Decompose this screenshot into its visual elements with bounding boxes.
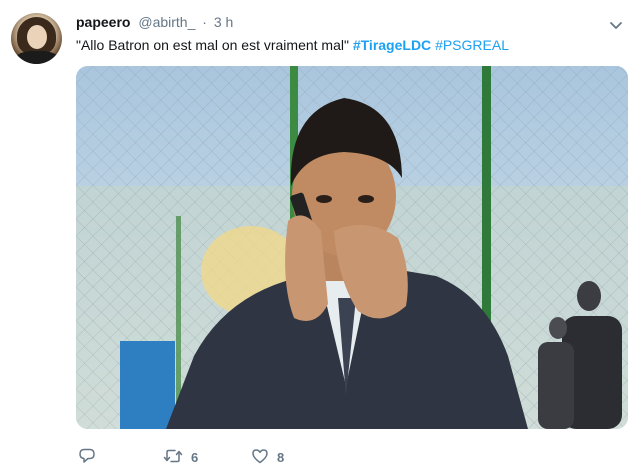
timestamp[interactable]: 3 h [214, 14, 233, 30]
tweet-text: "Allo Batron on est mal on est vraiment … [76, 36, 509, 54]
like-count: 8 [277, 449, 285, 465]
retweet-icon [163, 447, 183, 468]
hashtag-psgreal[interactable]: #PSGREAL [435, 37, 509, 53]
tweet-text-plain: "Allo Batron on est mal on est vraiment … [76, 37, 349, 53]
tweet-actions: 6 8 [76, 446, 596, 468]
hashtag-tirageldc[interactable]: #TirageLDC [353, 37, 431, 53]
tweet: papeero @abirth_ · 3 h "Allo Batron on e… [0, 0, 640, 475]
tweet-photo[interactable] [76, 66, 628, 429]
avatar[interactable] [11, 13, 62, 64]
tweet-header: papeero @abirth_ · 3 h [76, 13, 233, 31]
heart-icon [251, 447, 269, 468]
reply-icon [78, 447, 96, 468]
separator-dot: · [202, 14, 207, 30]
retweet-button[interactable]: 6 [163, 446, 198, 468]
like-button[interactable]: 8 [251, 446, 284, 468]
retweet-count: 6 [191, 449, 199, 465]
chevron-down-icon[interactable] [609, 18, 623, 29]
display-name[interactable]: papeero [76, 14, 130, 30]
user-handle[interactable]: @abirth_ [138, 14, 195, 30]
reply-button[interactable] [78, 446, 96, 468]
